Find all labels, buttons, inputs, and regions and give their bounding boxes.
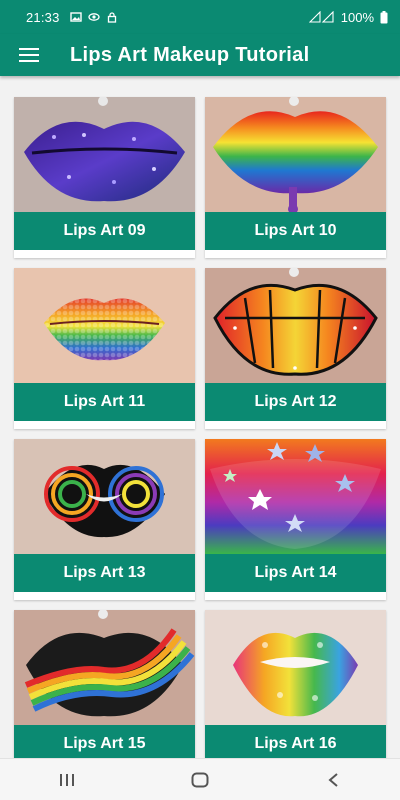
lips-thumbnail-image xyxy=(205,97,386,212)
app-bar: Lips Art Makeup Tutorial xyxy=(0,34,400,76)
tutorial-card[interactable]: Lips Art 13 xyxy=(14,439,195,600)
card-label: Lips Art 10 xyxy=(205,212,386,250)
status-left-icons xyxy=(69,11,118,23)
tutorial-card[interactable]: Lips Art 10 xyxy=(205,97,386,258)
card-label: Lips Art 13 xyxy=(14,554,195,592)
image-icon xyxy=(69,12,82,22)
tutorial-card[interactable]: Lips Art 12 xyxy=(205,268,386,429)
tutorial-card[interactable]: Lips Art 16 xyxy=(205,610,386,771)
status-bar: 21:33 100% xyxy=(0,0,400,34)
battery-text: 100% xyxy=(340,9,374,25)
tutorial-card[interactable]: Lips Art 11 xyxy=(14,268,195,429)
signal-icon xyxy=(308,11,334,23)
card-label: Lips Art 14 xyxy=(205,554,386,592)
tutorial-grid: Lips Art 09 Lips Art 10 Lips Art 11 Lips… xyxy=(14,97,386,771)
lips-thumbnail-image xyxy=(14,439,195,554)
lock-icon xyxy=(107,12,116,23)
tutorial-card[interactable]: Lips Art 15 xyxy=(14,610,195,771)
tutorial-card[interactable]: Lips Art 09 xyxy=(14,97,195,258)
lips-thumbnail-image xyxy=(205,268,386,383)
home-icon[interactable] xyxy=(170,759,230,800)
status-right: 100% xyxy=(308,9,388,25)
recent-apps-icon[interactable] xyxy=(37,759,97,800)
lips-thumbnail-image xyxy=(205,610,386,725)
tutorial-card[interactable]: Lips Art 14 xyxy=(205,439,386,600)
card-label: Lips Art 09 xyxy=(14,212,195,250)
system-nav-bar xyxy=(0,758,400,800)
lips-thumbnail-image xyxy=(14,268,195,383)
status-time: 21:33 xyxy=(26,9,60,25)
lips-thumbnail-image xyxy=(205,439,386,554)
back-icon[interactable] xyxy=(303,759,363,800)
lips-thumbnail-image xyxy=(14,97,195,212)
battery-icon xyxy=(380,10,388,23)
app-title: Lips Art Makeup Tutorial xyxy=(70,43,310,66)
card-label: Lips Art 12 xyxy=(205,383,386,421)
eye-icon xyxy=(87,13,100,21)
hamburger-menu-icon[interactable] xyxy=(0,34,58,76)
card-label: Lips Art 11 xyxy=(14,383,195,421)
lips-thumbnail-image xyxy=(14,610,195,725)
